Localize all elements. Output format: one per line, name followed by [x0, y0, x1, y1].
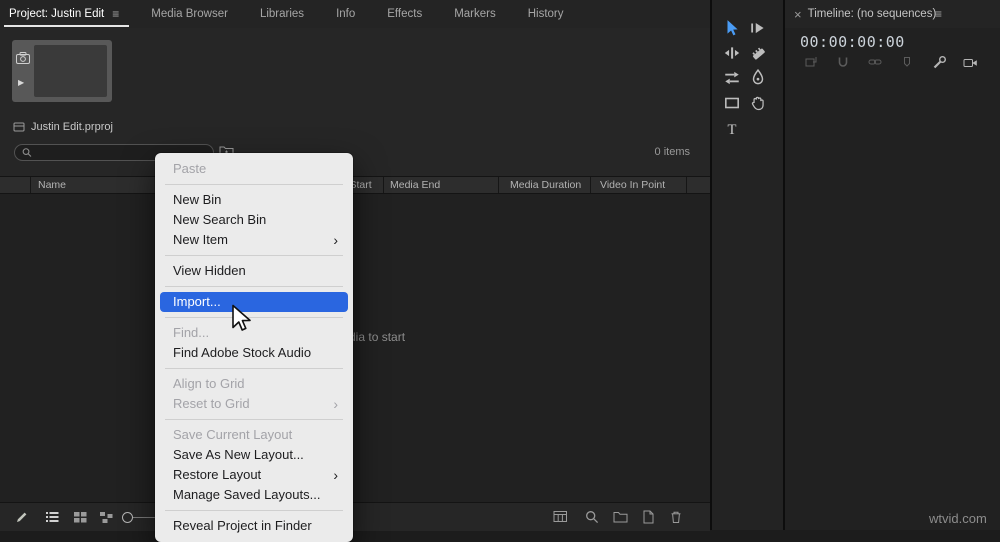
ripple-edit-tool-icon[interactable]: [720, 41, 744, 65]
freeform-view-icon[interactable]: [98, 509, 114, 524]
automate-to-sequence-icon[interactable]: [552, 509, 568, 524]
timecode-display[interactable]: 00:00:00:00: [800, 33, 905, 51]
add-marker-icon[interactable]: [899, 54, 915, 70]
menu-item-find: Find...: [173, 325, 210, 340]
icon-view-icon[interactable]: [72, 509, 88, 524]
razor-tool-icon[interactable]: [746, 41, 770, 65]
hand-tool-icon[interactable]: [746, 91, 770, 115]
play-icon[interactable]: ▶: [18, 78, 24, 87]
menu-separator: [165, 368, 343, 369]
menu-item-reset-to-grid: Reset to Grid ›: [173, 396, 338, 412]
pen-tool-icon[interactable]: [746, 66, 770, 90]
panel-divider-left[interactable]: [710, 0, 712, 530]
menu-item-new-bin[interactable]: New Bin: [160, 190, 348, 210]
tab-effects[interactable]: Effects: [371, 0, 438, 28]
panel-divider-right[interactable]: [783, 0, 785, 530]
menu-item-manage-saved-layouts[interactable]: Manage Saved Layouts...: [160, 485, 348, 505]
zoom-slider-thumb[interactable]: [122, 512, 133, 523]
column-media-duration[interactable]: Media Duration: [510, 179, 581, 191]
project-bottom-toolbar: [0, 502, 710, 531]
submenu-chevron-icon: ›: [333, 467, 338, 483]
menu-item-save-current-layout: Save Current Layout: [173, 427, 293, 442]
menu-item-view-hidden[interactable]: View Hidden: [160, 261, 348, 281]
submenu-chevron-icon: ›: [333, 232, 338, 248]
menu-separator: [165, 286, 343, 287]
menu-item-import[interactable]: Import...: [160, 292, 348, 312]
tab-info[interactable]: Info: [320, 0, 371, 28]
project-writable-pencil-icon[interactable]: [14, 509, 30, 524]
menu-item-new-item[interactable]: New Item ›: [160, 230, 348, 250]
panel-menu-icon[interactable]: ≡: [112, 7, 119, 21]
column-media-end[interactable]: Media End: [390, 179, 440, 191]
mouse-cursor-icon: [230, 304, 252, 338]
project-file-icon: [13, 122, 25, 132]
items-count: 0 items: [654, 146, 690, 158]
context-menu: Paste New Bin New Search Bin New Item › V…: [155, 153, 353, 542]
column-header-row: Name Media Start Media End Media Duratio…: [0, 176, 710, 194]
menu-item-save-as-new-layout[interactable]: Save As New Layout...: [160, 445, 348, 465]
linked-selection-icon[interactable]: [867, 54, 883, 70]
menu-separator: [165, 255, 343, 256]
menu-item-reveal-project-in-finder[interactable]: Reveal Project in Finder: [160, 516, 348, 536]
tab-media-browser[interactable]: Media Browser: [135, 0, 244, 28]
new-item-icon[interactable]: [640, 509, 656, 524]
premiere-pro-window: Project: Justin Edit ≡ Media Browser Lib…: [0, 0, 1000, 542]
timeline-panel: 00:00:00:00: [785, 28, 1000, 530]
tab-markers[interactable]: Markers: [438, 0, 512, 28]
svg-text:T: T: [728, 122, 737, 138]
project-panel: ▶ Justin Edit.prproj 0 items Name Media …: [0, 28, 710, 531]
timeline-panel-tabbar: × Timeline: (no sequences) ≡: [785, 0, 1000, 29]
menu-item-find-adobe-stock-audio[interactable]: Find Adobe Stock Audio: [160, 343, 348, 363]
timeline-settings-wrench-icon[interactable]: [931, 54, 947, 70]
tools-panel: T: [712, 0, 783, 530]
camera-icon: [16, 51, 30, 69]
selection-tool-icon[interactable]: [720, 16, 744, 40]
clear-trash-icon[interactable]: [668, 509, 684, 524]
snap-magnet-icon[interactable]: [835, 54, 851, 70]
menu-item-restore-layout[interactable]: Restore Layout ›: [160, 465, 348, 485]
project-preview-thumbnail: ▶: [12, 40, 112, 102]
menu-item-new-search-bin[interactable]: New Search Bin: [160, 210, 348, 230]
track-select-forward-tool-icon[interactable]: [746, 16, 770, 40]
new-bin-icon[interactable]: [612, 509, 628, 524]
timeline-panel-menu-icon[interactable]: ≡: [935, 7, 942, 21]
camera-export-icon[interactable]: [962, 54, 978, 70]
submenu-chevron-icon: ›: [333, 396, 338, 412]
menu-separator: [165, 510, 343, 511]
search-icon: [22, 148, 32, 157]
type-tool-icon[interactable]: T: [720, 117, 744, 141]
tab-project[interactable]: Project: Justin Edit ≡: [0, 0, 135, 28]
column-video-in-point[interactable]: Video In Point: [600, 179, 665, 191]
slip-tool-icon[interactable]: [720, 66, 744, 90]
find-icon[interactable]: [584, 509, 600, 524]
close-panel-icon[interactable]: ×: [785, 7, 808, 22]
tab-libraries[interactable]: Libraries: [244, 0, 320, 28]
menu-separator: [165, 184, 343, 185]
tab-history[interactable]: History: [512, 0, 580, 28]
menu-separator: [165, 419, 343, 420]
project-filename-row: Justin Edit.prproj: [13, 121, 113, 133]
insert-overwrite-nest-icon[interactable]: [803, 54, 819, 70]
project-filename: Justin Edit.prproj: [31, 121, 113, 133]
column-name[interactable]: Name: [38, 179, 66, 191]
tab-project-label: Project: Justin Edit: [9, 8, 105, 20]
list-view-icon[interactable]: [44, 509, 60, 524]
timeline-tab-title[interactable]: Timeline: (no sequences): [808, 8, 937, 20]
project-item-list[interactable]: [0, 194, 710, 502]
project-panel-tabbar: Project: Justin Edit ≡ Media Browser Lib…: [0, 0, 710, 29]
menu-separator: [165, 317, 343, 318]
rectangle-tool-icon[interactable]: [720, 91, 744, 115]
watermark: wtvid.com: [929, 511, 987, 526]
menu-item-align-to-grid: Align to Grid: [173, 376, 245, 391]
menu-item-paste: Paste: [173, 161, 207, 176]
